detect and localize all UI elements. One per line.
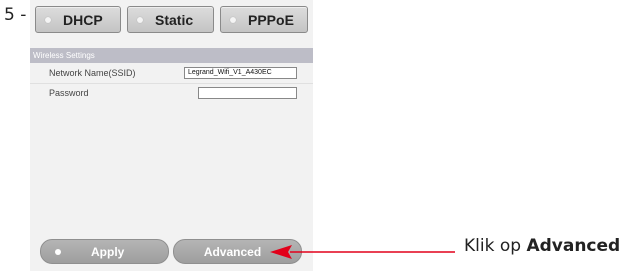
callout-prefix: Klik op (464, 236, 527, 256)
callout-instruction: Klik op Advanced (464, 236, 620, 256)
callout-emphasis: Advanced (526, 236, 621, 256)
callout-arrow-icon (270, 245, 455, 259)
